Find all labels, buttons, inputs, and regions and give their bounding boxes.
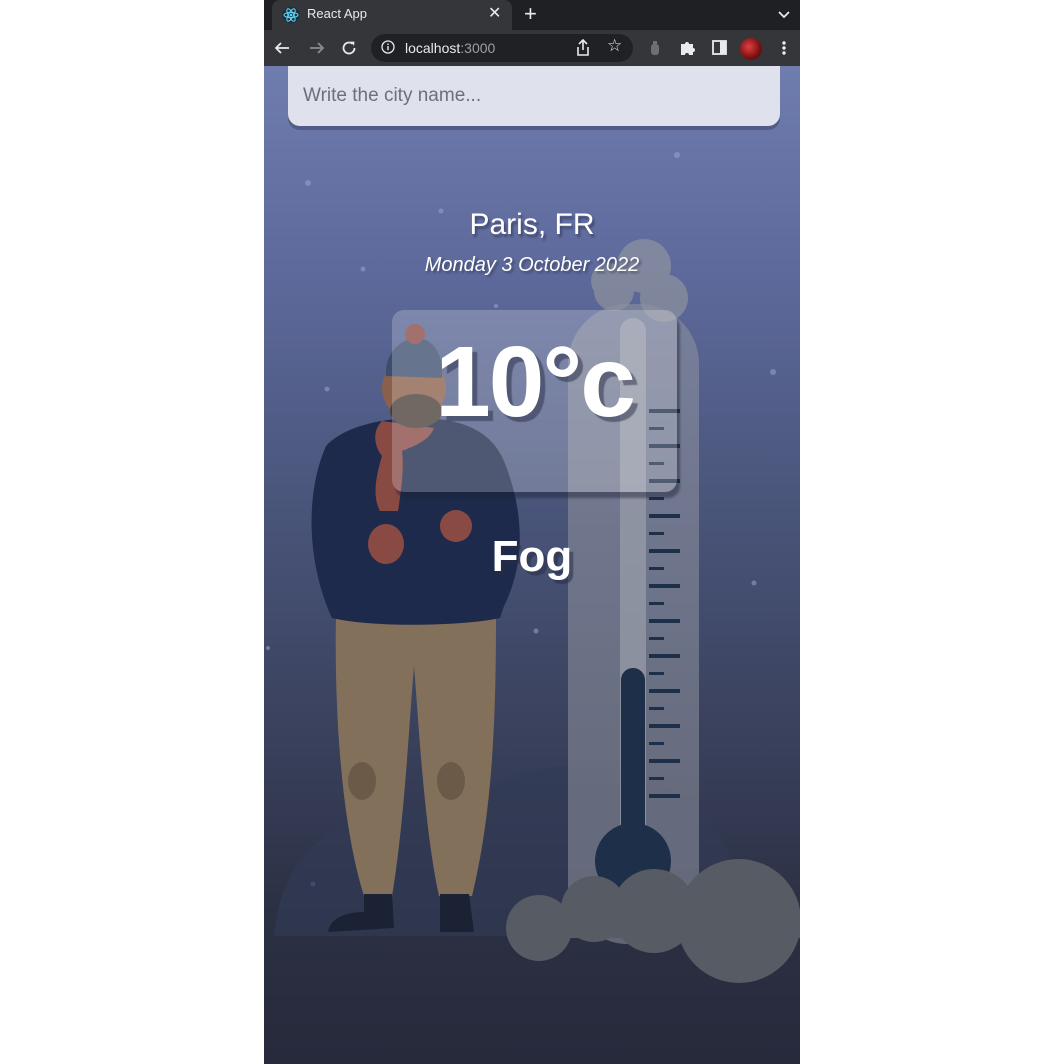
tab-title: React App [307, 6, 367, 21]
url-port: :3000 [460, 40, 496, 56]
address-bar[interactable]: localhost:3000 ☆ [371, 34, 633, 62]
new-tab-icon[interactable]: + [524, 2, 537, 26]
temperature-card: 10°c [392, 310, 677, 492]
location-title: Paris, FR [469, 208, 595, 241]
back-arrow-icon[interactable] [274, 40, 290, 56]
react-logo-icon [282, 6, 300, 24]
date-text: Monday 3 October 2022 [424, 254, 640, 276]
share-icon[interactable] [575, 39, 591, 57]
extensions-puzzle-icon[interactable] [679, 39, 696, 56]
browser-toolbar: localhost:3000 ☆ [264, 30, 800, 66]
tab-search-chevron-icon[interactable] [777, 10, 791, 20]
forward-arrow-icon[interactable] [309, 40, 325, 56]
temperature-value: 10°c [435, 326, 636, 438]
weather-app: Paris, FR Monday 3 October 2022 10°c Fog [264, 66, 800, 1064]
profile-avatar[interactable] [740, 38, 762, 60]
browser-tab[interactable]: React App ✕ [272, 0, 512, 30]
site-info-icon[interactable] [381, 40, 395, 54]
tab-strip: React App ✕ + [264, 0, 800, 30]
url-text: localhost:3000 [405, 40, 495, 56]
weather-condition: Fog [491, 532, 573, 581]
close-tab-icon[interactable]: ✕ [488, 4, 501, 24]
url-host: localhost [405, 40, 461, 56]
extension-bottle-icon[interactable] [650, 40, 660, 56]
reload-icon[interactable] [341, 40, 357, 56]
bookmark-star-icon[interactable]: ☆ [607, 36, 622, 56]
browser-window: React App ✕ + localhost:3000 ☆ Paris, FR… [264, 0, 800, 1064]
more-menu-icon[interactable] [781, 40, 787, 56]
city-search-input[interactable] [288, 66, 780, 126]
side-panel-icon[interactable] [712, 40, 727, 55]
